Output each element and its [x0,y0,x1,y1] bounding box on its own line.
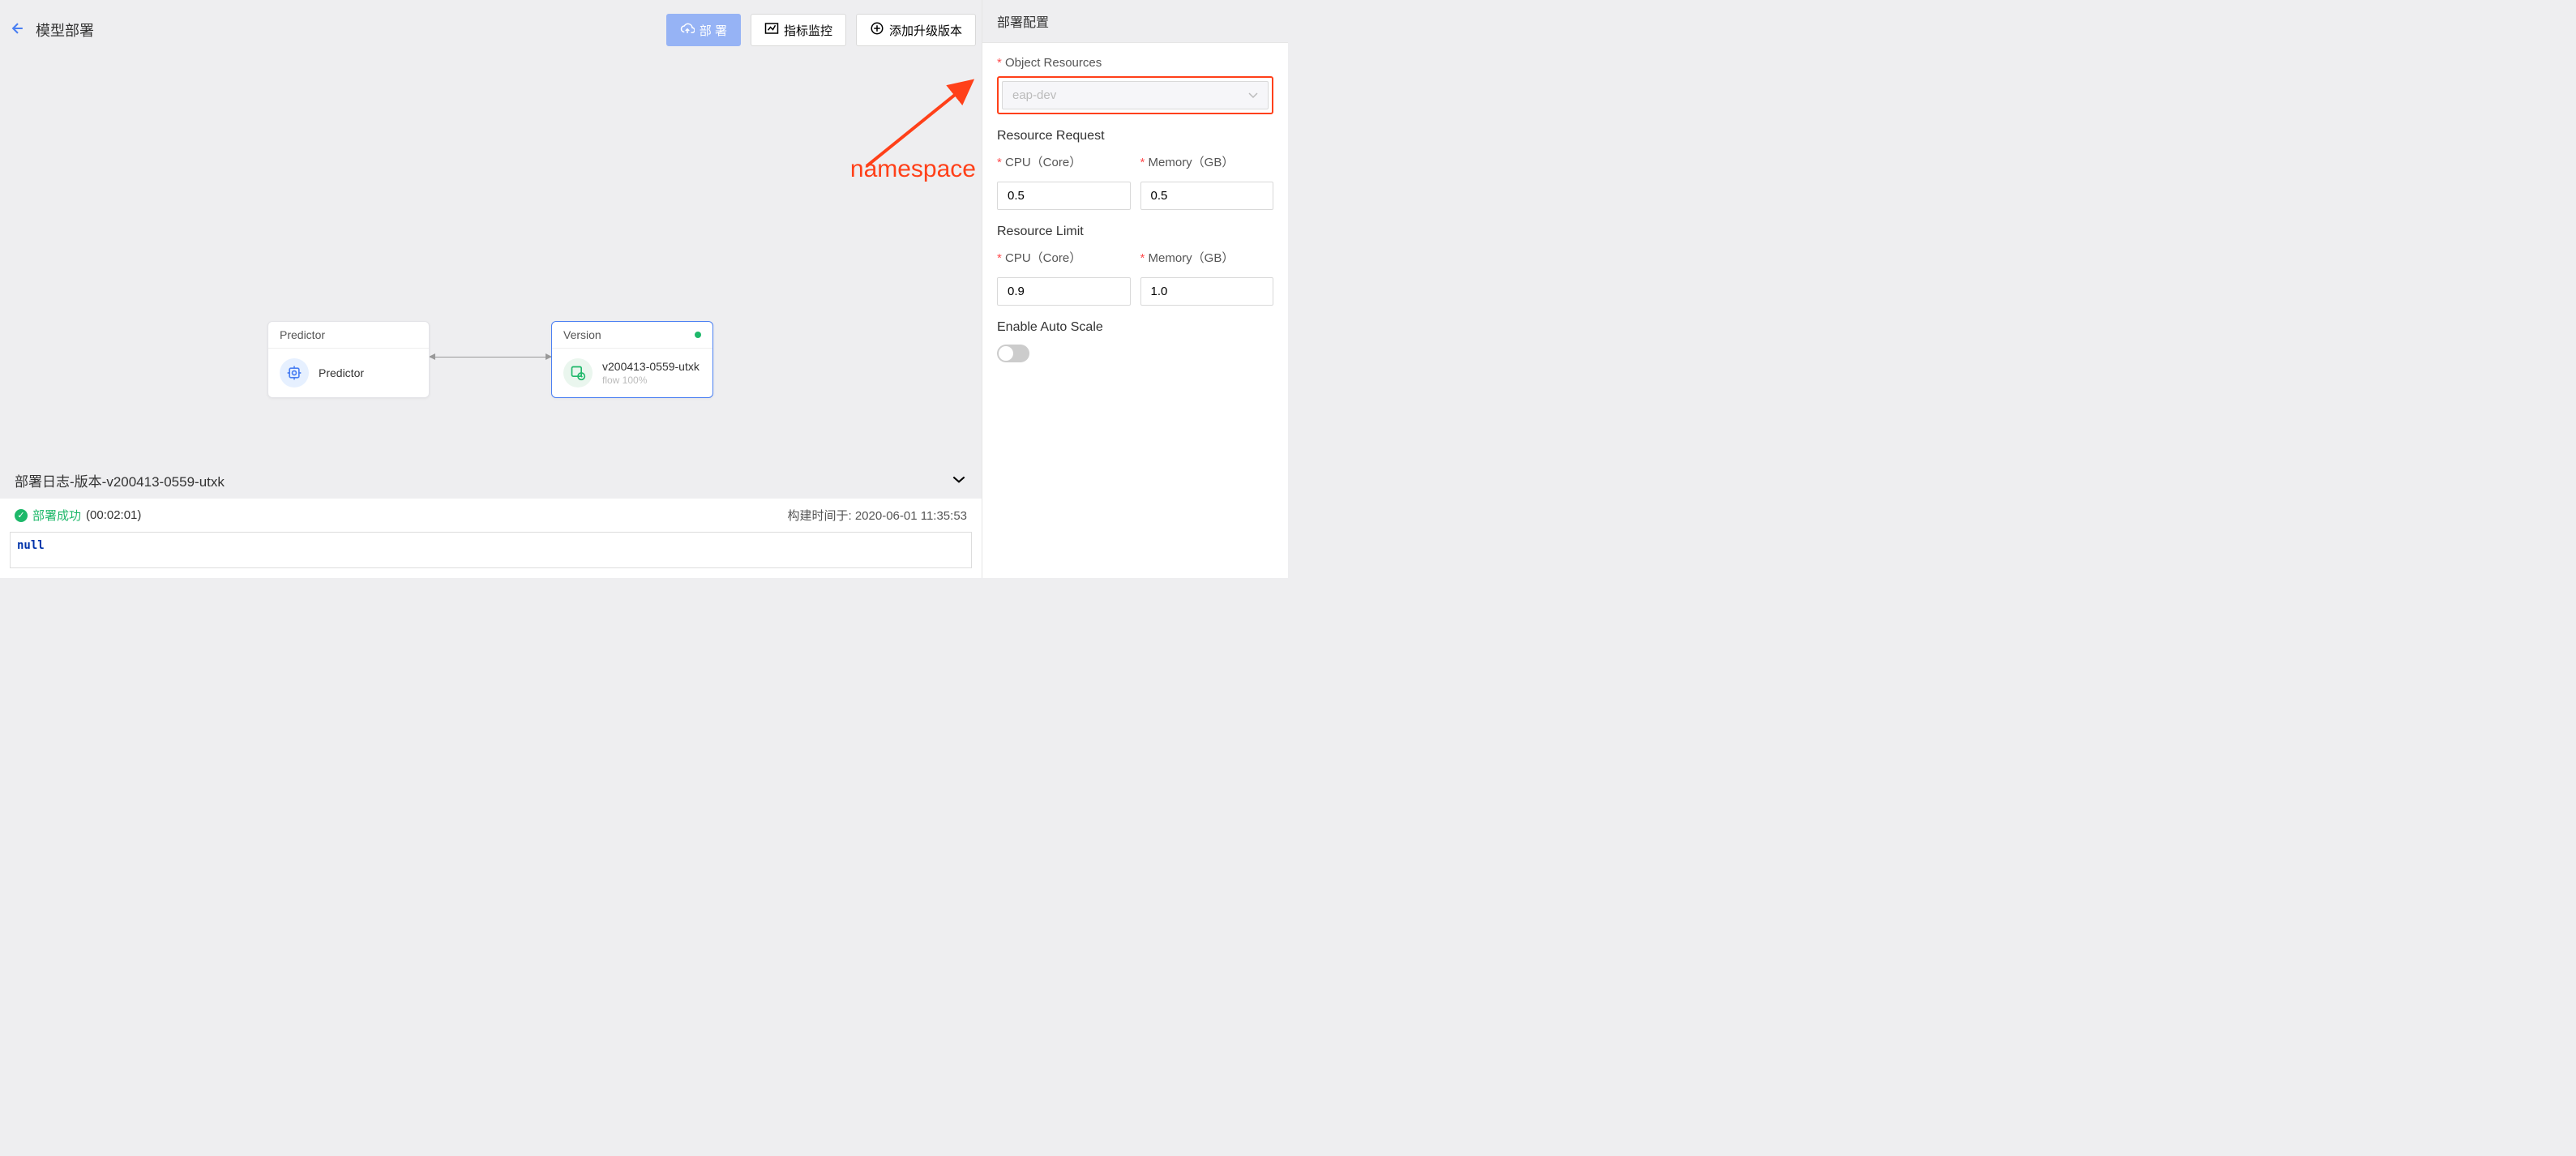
plus-circle-icon [870,21,884,39]
version-icon [563,358,593,387]
limit-cpu-input[interactable] [997,277,1131,306]
build-time-prefix: 构建时间于: [787,509,854,523]
canvas-area[interactable]: Predictor Predictor Version v200413-0559… [0,50,982,473]
resource-request-title: Resource Request [997,129,1273,143]
limit-memory-label: Memory（GB） [1140,249,1274,266]
auto-scale-toggle[interactable] [997,345,1029,362]
auto-scale-label: Enable Auto Scale [997,320,1273,335]
predictor-node[interactable]: Predictor Predictor [267,321,430,398]
build-time-value: 2020-06-01 11:35:53 [855,509,967,523]
version-node-subtitle: flow 100% [602,375,700,386]
back-arrow-icon[interactable] [10,20,26,41]
page-title: 模型部署 [36,19,94,41]
metrics-button[interactable]: 指标监控 [751,14,846,46]
log-output: null [10,532,972,568]
check-circle-icon: ✓ [15,509,28,522]
chevron-down-icon [1248,88,1258,102]
panel-title: 部署配置 [982,0,1288,43]
request-cpu-label: CPU（Core） [997,153,1131,170]
deploy-duration: (00:02:01) [86,508,141,522]
version-node[interactable]: Version v200413-0559-utxk flow 100% [551,321,713,398]
object-resources-select[interactable]: eap-dev [1002,81,1269,109]
chevron-down-icon[interactable] [951,473,967,489]
predictor-node-title: Predictor [319,366,364,379]
version-node-header: Version [563,328,601,341]
metrics-button-label: 指标监控 [784,22,832,39]
log-header-title: 部署日志-版本-v200413-0559-utxk [15,470,225,490]
request-memory-label: Memory（GB） [1140,153,1274,170]
annotation-namespace-label: namespace [850,156,976,183]
object-resources-value: eap-dev [1012,88,1056,102]
chart-icon [764,22,779,38]
predictor-icon [280,358,309,387]
status-dot-icon [695,332,701,338]
cloud-upload-icon [680,22,695,38]
add-version-button-label: 添加升级版本 [889,22,962,39]
node-connector [430,357,551,358]
limit-cpu-label: CPU（Core） [997,249,1131,266]
add-version-button[interactable]: 添加升级版本 [856,14,976,46]
deploy-button[interactable]: 部 署 [666,14,741,46]
request-memory-input[interactable] [1140,182,1274,210]
version-node-title: v200413-0559-utxk [602,360,700,373]
deploy-button-label: 部 署 [700,22,727,39]
limit-memory-input[interactable] [1140,277,1274,306]
predictor-node-header: Predictor [268,322,429,349]
resource-limit-title: Resource Limit [997,225,1273,239]
object-resources-label: Object Resources [997,56,1273,70]
request-cpu-input[interactable] [997,182,1131,210]
deploy-status-text: 部署成功 [32,507,81,524]
